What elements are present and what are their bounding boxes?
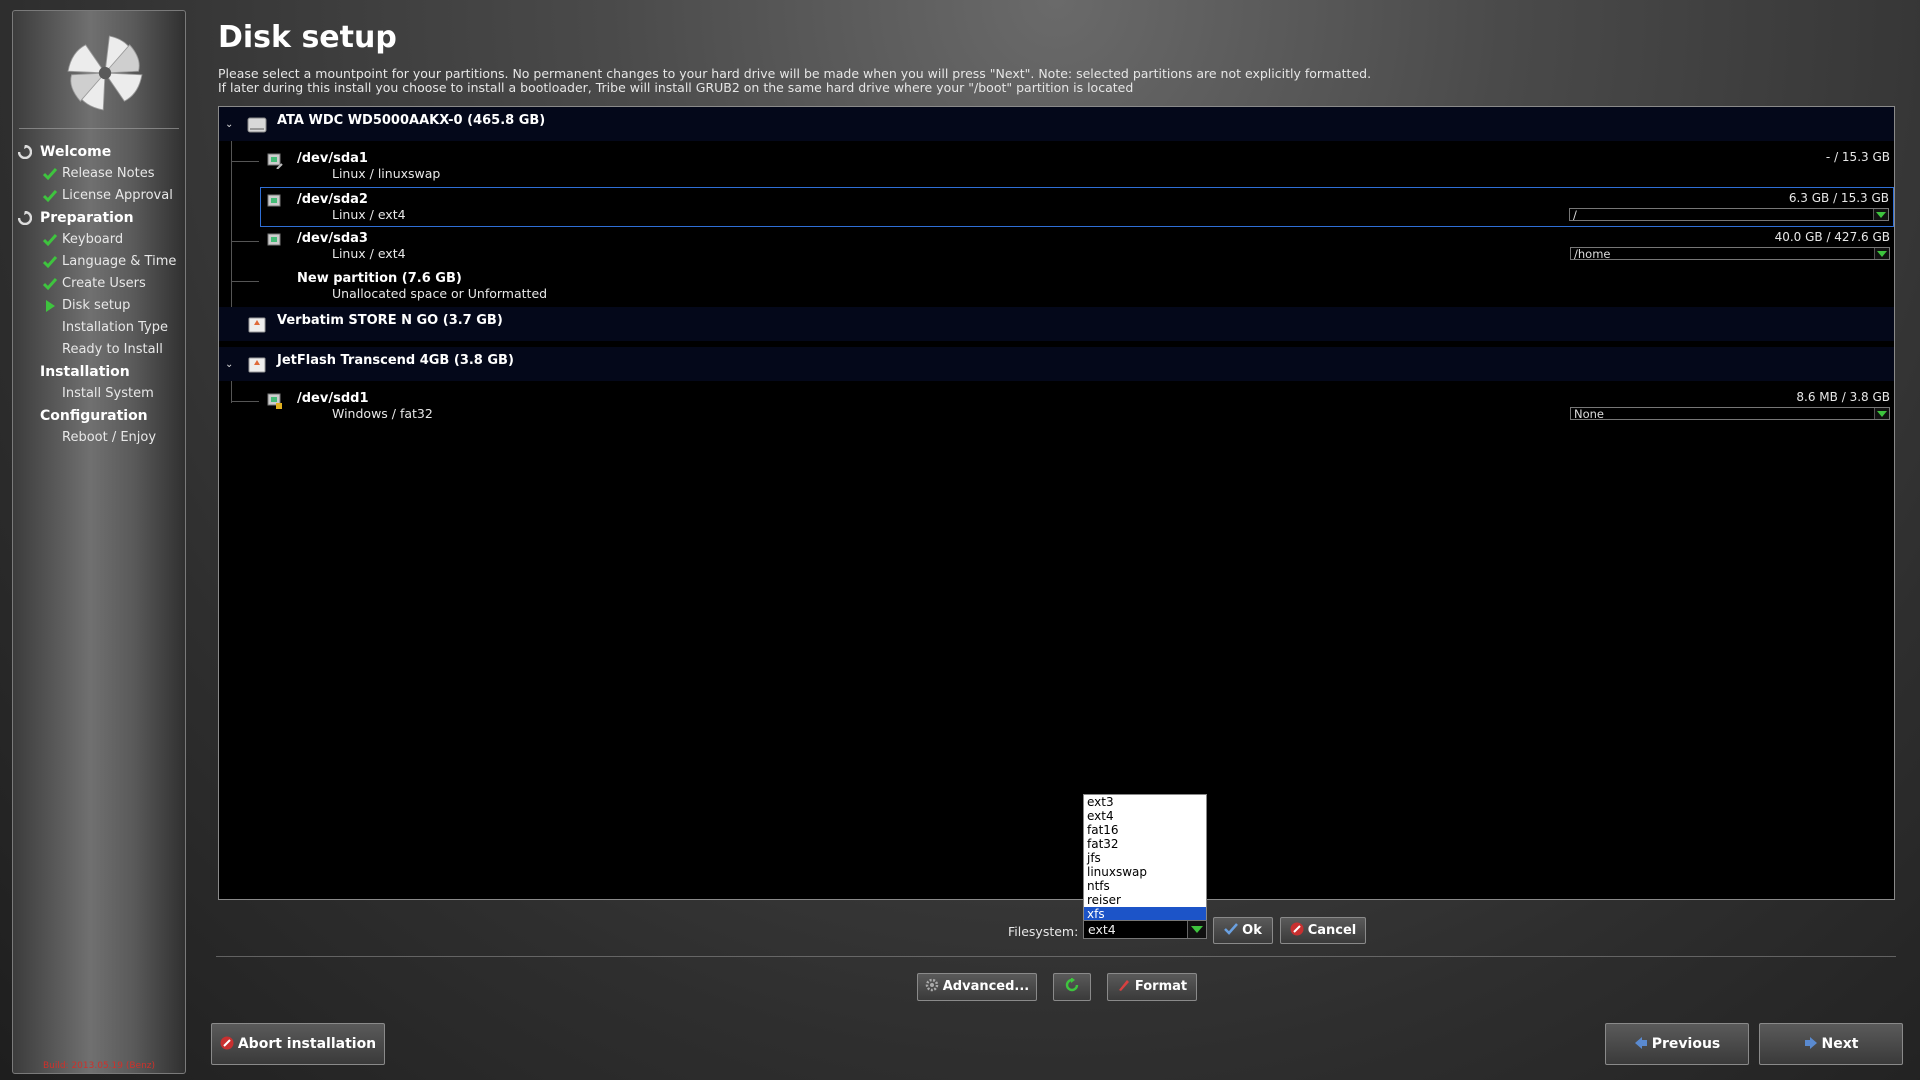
- filesystem-option[interactable]: fat16: [1084, 823, 1206, 837]
- checkmark-icon: [1224, 923, 1239, 935]
- partition-icon: [267, 194, 281, 207]
- filesystem-option[interactable]: ext3: [1084, 795, 1206, 809]
- step-section-welcome: Welcome: [13, 141, 185, 163]
- partition-locked-icon: [267, 393, 282, 409]
- refresh-icon: [18, 145, 32, 159]
- cancel-icon: [1290, 922, 1304, 936]
- step-language-time: Language & Time: [13, 251, 185, 273]
- arrow-right-icon: [1804, 1037, 1817, 1049]
- collapse-arrow-icon[interactable]: ⌄: [225, 359, 233, 370]
- page-description: Please select a mountpoint for your part…: [218, 66, 1372, 95]
- step-install-system: Install System: [62, 386, 154, 401]
- dropdown-arrow-icon[interactable]: [1873, 209, 1888, 220]
- step-license-approval: License Approval: [13, 185, 185, 207]
- partition-row[interactable]: /dev/sdd1 Windows / fat32 8.6 MB / 3.8 G…: [219, 387, 1894, 425]
- sidebar: Welcome Release Notes License Approval P…: [12, 10, 186, 1074]
- tribe-logo-icon: [67, 35, 143, 111]
- mountpoint-select[interactable]: /home: [1570, 247, 1890, 261]
- previous-button[interactable]: Previous: [1605, 1023, 1749, 1065]
- ok-button[interactable]: Ok: [1213, 917, 1273, 944]
- step-ready-to-install: Ready to Install: [62, 342, 163, 357]
- checkmark-icon: [43, 190, 57, 203]
- checkmark-icon: [43, 278, 57, 291]
- dropdown-arrow-icon[interactable]: [1874, 408, 1889, 419]
- pencil-icon: [1118, 980, 1129, 991]
- filesystem-select[interactable]: ext4: [1083, 920, 1207, 939]
- tree-line: [231, 161, 259, 162]
- sidebar-divider: [19, 128, 179, 129]
- partition-tree[interactable]: ⌄ ATA WDC WD5000AAKX-0 (465.8 GB) /dev/s…: [218, 106, 1895, 900]
- drive-row[interactable]: ⌄ JetFlash Transcend 4GB (3.8 GB): [219, 347, 1894, 381]
- build-label: Build: 2013.05.19 (Benz): [42, 1061, 156, 1071]
- mountpoint-select[interactable]: /: [1569, 208, 1889, 222]
- filesystem-dropdown-list[interactable]: ext3 ext4 fat16 fat32 jfs linuxswap ntfs…: [1083, 794, 1207, 922]
- step-release-notes: Release Notes: [13, 163, 185, 185]
- filesystem-option[interactable]: linuxswap: [1084, 865, 1206, 879]
- checkmark-icon: [43, 168, 57, 181]
- cancel-icon: [220, 1036, 234, 1050]
- page-title: Disk setup: [218, 20, 397, 55]
- usb-drive-icon: [248, 357, 266, 373]
- tree-line: [231, 241, 259, 242]
- advanced-button[interactable]: Advanced...: [917, 973, 1037, 1001]
- filesystem-option[interactable]: reiser: [1084, 893, 1206, 907]
- divider: [216, 956, 1896, 957]
- refresh-icon: [1065, 978, 1079, 992]
- partition-row-selected[interactable]: /dev/sda2 Linux / ext4 6.3 GB / 15.3 GB …: [260, 187, 1894, 227]
- step-section-installation: Installation: [40, 364, 130, 380]
- step-section-configuration: Configuration: [40, 408, 148, 424]
- filesystem-option[interactable]: fat32: [1084, 837, 1206, 851]
- mountpoint-select[interactable]: None: [1570, 407, 1890, 421]
- arrow-left-icon: [1634, 1037, 1647, 1049]
- tree-line: [231, 281, 259, 282]
- gear-icon: [925, 978, 938, 992]
- filesystem-option[interactable]: ext4: [1084, 809, 1206, 823]
- drive-row[interactable]: Verbatim STORE N GO (3.7 GB): [219, 307, 1894, 341]
- current-arrow-icon: [46, 300, 55, 312]
- collapse-arrow-icon[interactable]: ⌄: [225, 119, 233, 130]
- filesystem-label: Filesystem:: [1008, 924, 1079, 939]
- refresh-button[interactable]: [1053, 973, 1091, 1001]
- cancel-button[interactable]: Cancel: [1280, 917, 1366, 944]
- partition-row[interactable]: /dev/sda3 Linux / ext4 40.0 GB / 427.6 G…: [219, 227, 1894, 265]
- checkmark-icon: [43, 234, 57, 247]
- step-installation-type: Installation Type: [62, 320, 168, 335]
- step-reboot-enjoy: Reboot / Enjoy: [62, 430, 157, 445]
- partition-swap-icon: [267, 153, 283, 169]
- refresh-icon: [18, 211, 32, 225]
- usb-drive-icon: [248, 317, 266, 333]
- next-button[interactable]: Next: [1759, 1023, 1903, 1065]
- hard-drive-icon: [247, 117, 267, 133]
- partition-icon: [267, 233, 281, 246]
- step-keyboard: Keyboard: [13, 229, 185, 251]
- filesystem-option[interactable]: jfs: [1084, 851, 1206, 865]
- tree-line: [231, 401, 259, 402]
- filesystem-option[interactable]: ntfs: [1084, 879, 1206, 893]
- drive-row[interactable]: ⌄ ATA WDC WD5000AAKX-0 (465.8 GB): [219, 107, 1894, 141]
- format-button[interactable]: Format: [1107, 973, 1197, 1001]
- dropdown-arrow-icon[interactable]: [1187, 921, 1206, 938]
- partition-row-unallocated[interactable]: New partition (7.6 GB) Unallocated space…: [219, 267, 1894, 305]
- dropdown-arrow-icon[interactable]: [1874, 248, 1889, 259]
- partition-row[interactable]: /dev/sda1 Linux / linuxswap - / 15.3 GB: [219, 147, 1894, 185]
- step-section-preparation: Preparation: [13, 207, 185, 229]
- filesystem-option-highlighted[interactable]: xfs: [1084, 907, 1206, 921]
- abort-installation-button[interactable]: Abort installation: [211, 1023, 385, 1065]
- step-disk-setup: Disk setup: [13, 295, 185, 317]
- step-list: Welcome Release Notes License Approval P…: [13, 141, 185, 449]
- checkmark-icon: [43, 256, 57, 269]
- step-create-users: Create Users: [13, 273, 185, 295]
